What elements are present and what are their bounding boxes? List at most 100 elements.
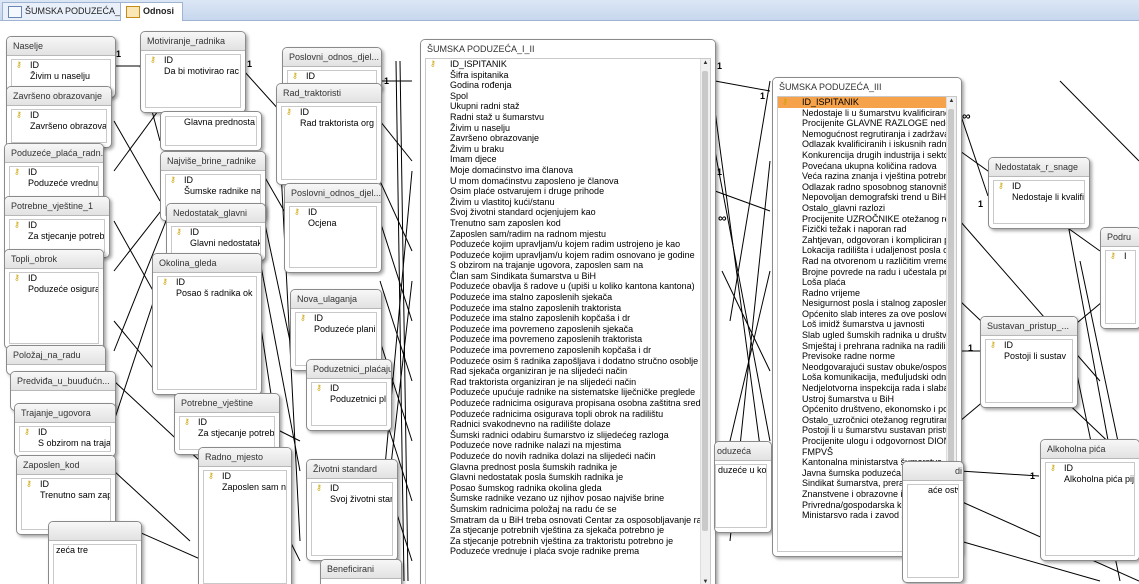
field-row[interactable]: Završeno obrazovanje — [426, 133, 710, 144]
field-row[interactable]: Poduzeće upućuje radnike na sistematske … — [426, 387, 710, 398]
field-row[interactable]: Lokacija radilišta i udaljenost posla od… — [778, 245, 956, 256]
field-row[interactable]: Da bi motivirao rac — [146, 66, 240, 77]
field-row[interactable]: Moje domaćinstvo ima članova — [426, 165, 710, 176]
field-row[interactable]: ⚷ ID — [180, 417, 274, 428]
field-row[interactable]: Općenito slab interes za ove poslove — [778, 309, 956, 320]
field-row[interactable]: Nedostaje li kvalifik — [994, 192, 1084, 203]
field-row[interactable]: Ocjena — [290, 218, 376, 229]
table-sumska-poduzeca-i-ii[interactable]: ŠUMSKA PODUZEĆA_I_II ⚷ ID_ISPITANIK Šifra … — [420, 39, 716, 584]
field-row[interactable]: Poduzeće obavlja š radove u (upiši u kol… — [426, 281, 710, 292]
field-row[interactable]: ⚷ ID — [172, 227, 260, 238]
field-row[interactable]: Godina rođenja — [426, 80, 710, 91]
scroll-thumb[interactable] — [702, 71, 708, 531]
field-row[interactable]: ⚷ ID — [20, 427, 110, 438]
field-row[interactable]: Brojne povrede na radu i učestala profes — [778, 267, 956, 278]
field-row[interactable]: Glavna prednosta — [166, 117, 256, 128]
table-beneficirani[interactable]: Beneficirani — [320, 559, 402, 584]
table-zavrseno-obrazovanje[interactable]: Završeno obrazovanje ⚷ ID Završeno obrazo… — [6, 86, 112, 148]
field-row[interactable]: Poduzeće ima stalno zaposlenih traktoris… — [426, 303, 710, 314]
field-row[interactable]: Nesigurnost posla i stalnog zaposlenja — [778, 298, 956, 309]
field-row[interactable]: Za stjecanje potrebnih vještina za sjeka… — [426, 525, 710, 536]
table-di-partial[interactable]: di aće ostvaru — [902, 461, 964, 583]
field-row[interactable]: ⚷ ID — [10, 273, 98, 284]
field-row[interactable]: ⚷ ID — [986, 340, 1072, 351]
field-row[interactable]: Poduzeće osim š radnika zapošljava i dod… — [426, 356, 710, 367]
table-partial-tre[interactable]: zeća tre — [48, 521, 142, 584]
field-row[interactable]: ⚷ ID — [10, 220, 104, 231]
field-row[interactable]: Veća razina znanja i vještina potrebnih … — [778, 171, 956, 182]
field-row[interactable]: Nedjelotvorna inspekcija rada i slaba za… — [778, 383, 956, 394]
field-row[interactable]: Spol — [426, 91, 710, 102]
field-row[interactable]: Postoji li u šumarstvu sustavan pristup … — [778, 425, 956, 436]
field-row[interactable]: ⚷ ID — [146, 55, 240, 66]
field-row[interactable]: Smještaj i prehrana radnika na radilištu — [778, 341, 956, 352]
field-row[interactable]: Poduzeće do novih radnika dolazi na slij… — [426, 451, 710, 462]
field-row[interactable]: Poduzetnici plaćaju — [312, 394, 386, 405]
field-row[interactable]: Zahtjevan, odgovoran i kompliciran posa — [778, 235, 956, 246]
field-row[interactable]: Rad traktorista org — [282, 118, 376, 129]
field-row[interactable]: Poduzeće ima stalno zaposlenih sjekača — [426, 292, 710, 303]
table-podru[interactable]: Podru ⚷ I — [1100, 227, 1139, 329]
field-row[interactable]: Odlazak kvalificiranih i iskusnih radnik… — [778, 139, 956, 150]
field-row[interactable]: Trenutno sam zaposlen kod — [426, 218, 710, 229]
field-row[interactable]: Poduzeće ima povremeno zaposlenih sjekač… — [426, 324, 710, 335]
field-row[interactable]: Odlazak radno sposobnog stanovništva — [778, 182, 956, 193]
table-topli-obrok[interactable]: Topli_obrok ⚷ ID Poduzeće osigurav — [4, 249, 104, 349]
table-okolina-gleda[interactable]: Okolina_gleda ⚷ ID Posao š radnika ok — [152, 253, 262, 395]
field-row[interactable]: ⚷ I — [1106, 251, 1135, 262]
field-row[interactable]: Zaposlen sam na ra — [204, 482, 286, 493]
field-row[interactable]: Šumske radnike na — [166, 186, 260, 197]
field-row[interactable]: Osim plaće ostvarujem i druge prihode — [426, 186, 710, 197]
table-poslovni-odnos-2[interactable]: Poslovni_odnos_djel... ⚷ ID Ocjena — [284, 183, 382, 273]
field-row[interactable]: Završeno obrazova — [12, 121, 106, 132]
field-row[interactable]: Neodgovarajući sustav obuke/osposoblj — [778, 362, 956, 373]
field-row[interactable]: Šumski radnici odabiru šumarstvo iz slij… — [426, 430, 710, 441]
field-row[interactable]: Procijenite ulogu i odgovornost DIONIK — [778, 436, 956, 447]
field-row[interactable]: Živim u naselju — [12, 71, 110, 82]
scrollbar[interactable]: ▲ ▼ — [700, 59, 710, 584]
field-row[interactable]: Živim u naselju — [426, 123, 710, 134]
field-row[interactable]: Poduzeće ima povremeno zaposlenih trakto… — [426, 334, 710, 345]
field-row[interactable]: Nemogućnost regrutiranja i zadržavanja — [778, 129, 956, 140]
field-row[interactable]: Smatram da u BiH treba osnovati Centar z… — [426, 515, 710, 526]
field-row[interactable]: Loš imidž šumarstva u javnosti — [778, 319, 956, 330]
field-row[interactable]: Zaposlen sam/radim na radnom mjestu — [426, 229, 710, 240]
field-row[interactable]: Živim u braku — [426, 144, 710, 155]
field-row[interactable]: Nedostaje li u šumarstvu kvalificirane r… — [778, 108, 956, 119]
field-row[interactable]: Poduzeće kojim upravljam/u kojem radim o… — [426, 250, 710, 261]
field-row[interactable]: Ostalo_uzročnici otežanog regrutiranja — [778, 415, 956, 426]
field-row[interactable]: ⚷ ID — [1046, 463, 1134, 474]
field-row[interactable]: Rad traktorista organiziran je na slijed… — [426, 377, 710, 388]
field-row[interactable]: Radno vrijeme — [778, 288, 956, 299]
field-row[interactable]: Poduzeće vrednuje — [10, 178, 98, 189]
field-row[interactable]: Loša plaća — [778, 277, 956, 288]
field-row[interactable]: Previsoke radne norme — [778, 351, 956, 362]
field-row[interactable]: Za stjecanje potreb — [180, 428, 274, 439]
field-row[interactable]: FMPVŠ — [778, 447, 956, 458]
field-row[interactable]: Postoji li sustav — [986, 351, 1072, 362]
field-row[interactable]: ⚷ ID — [12, 60, 110, 71]
table-sustavan-pristup[interactable]: Sustavan_pristup_... ⚷ ID Postoji li sust… — [980, 316, 1078, 408]
scroll-thumb[interactable] — [948, 109, 954, 509]
field-row[interactable]: ⚷ ID — [22, 479, 110, 490]
table-poduzetnici-placaju[interactable]: Poduzetnici_plaćaju_... ⚷ ID Poduzetnici … — [306, 359, 392, 431]
field-row[interactable]: ⚷ ID — [12, 110, 106, 121]
field-row[interactable]: S obzirom na trajanje ugovora, zaposlen … — [426, 260, 710, 271]
table-nedostatak-r-snage[interactable]: Nedostatak_r_snage ⚷ ID Nedostaje li kval… — [988, 157, 1090, 229]
field-row[interactable]: Povećana ukupna količina radova — [778, 161, 956, 172]
field-row[interactable]: Živim u vlastitoj kući/stanu — [426, 197, 710, 208]
tab-odnosi[interactable]: Odnosi — [120, 2, 183, 21]
field-row[interactable]: ⚷ ID — [166, 175, 260, 186]
field-row[interactable]: Rad na otvorenom u različitim vremenski — [778, 256, 956, 267]
table-glavna-prednost[interactable]: Glavna prednosta — [160, 111, 262, 151]
primary-key-field[interactable]: ⚷ ID_ISPITANIK — [778, 97, 956, 108]
field-row[interactable]: Glavna prednost posla šumskih radnika je — [426, 462, 710, 473]
field-row[interactable]: ⚷ ID — [158, 277, 256, 288]
scroll-up-icon[interactable]: ▲ — [701, 59, 710, 68]
table-alkoholna-pica[interactable]: Alkoholna pića ⚷ ID Alkoholna pića pije — [1040, 439, 1139, 561]
field-row[interactable]: Član sam Sindikata šumarstva u BiH — [426, 271, 710, 282]
field-row[interactable]: Fizički težak i naporan rad — [778, 224, 956, 235]
field-row[interactable]: Poduzeće ima stalno zaposlenih kopčaša i… — [426, 313, 710, 324]
field-row[interactable]: ⚷ ID — [312, 483, 392, 494]
field-row[interactable]: Rad sjekača organiziran je na slijedeći … — [426, 366, 710, 377]
